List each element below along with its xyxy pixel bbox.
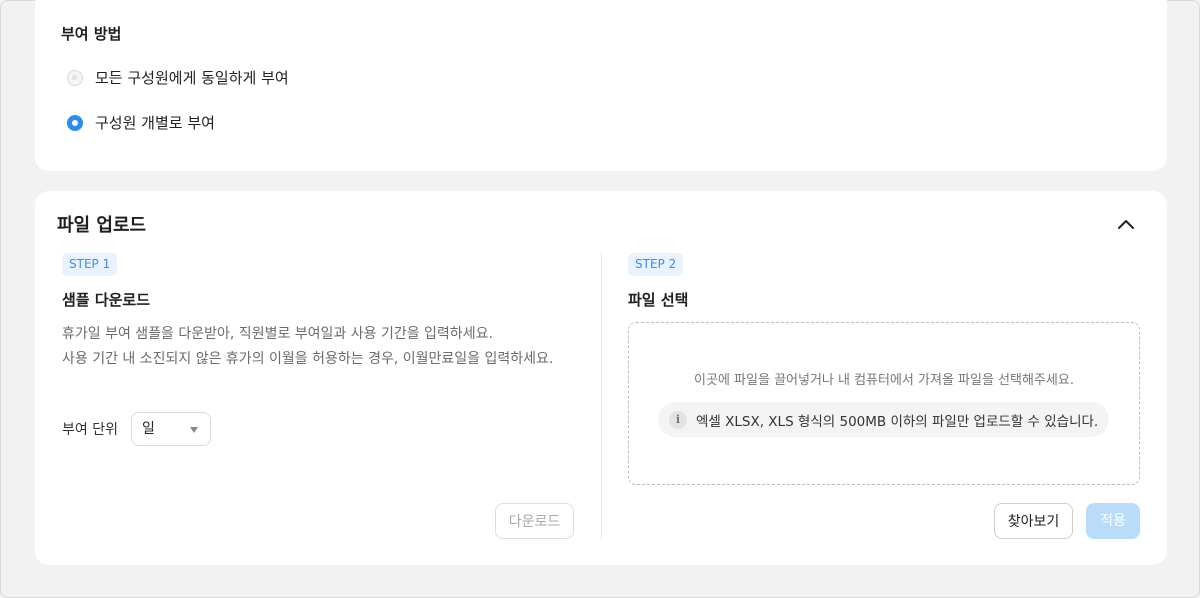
step1-badge: STEP 1 bbox=[62, 253, 118, 276]
desc-line: 휴가일 부여 샘플을 다운받아, 직원별로 부여일과 사용 기간을 입력하세요. bbox=[62, 326, 493, 342]
desc-line: 사용 기간 내 소진되지 않은 휴가의 이월을 허용하는 경우, 이월만료일을 … bbox=[62, 351, 554, 367]
file-format-text: 엑셀 XLSX, XLS 형식의 500MB 이하의 파일만 업로드할 수 있습… bbox=[696, 413, 1099, 430]
step1-title: 샘플 다운로드 bbox=[62, 291, 151, 309]
radio-option-individual[interactable]: 구성원 개별로 부여 bbox=[67, 112, 215, 133]
card-title: 파일 업로드 bbox=[57, 215, 147, 236]
chevron-up-icon[interactable] bbox=[1115, 213, 1137, 235]
radio-unselected-icon[interactable] bbox=[67, 69, 83, 86]
grant-unit-value: 일 bbox=[142, 421, 155, 437]
radio-option-label: 구성원 개별로 부여 bbox=[95, 114, 215, 132]
radio-option-same[interactable]: 모든 구성원에게 동일하게 부여 bbox=[67, 67, 289, 88]
info-icon: i bbox=[669, 410, 687, 429]
caret-down-icon bbox=[190, 427, 198, 433]
download-button[interactable]: 다운로드 bbox=[495, 503, 574, 539]
step2-badge: STEP 2 bbox=[628, 253, 684, 276]
radio-selected-icon[interactable] bbox=[67, 114, 83, 131]
file-upload-card: 파일 업로드 STEP 1 샘플 다운로드 휴가일 부여 샘플을 다운받아, 직… bbox=[35, 191, 1167, 565]
grant-method-label: 부여 방법 bbox=[61, 25, 122, 43]
file-dropzone[interactable]: 이곳에 파일을 끌어넣거나 내 컴퓨터에서 가져올 파일을 선택해주세요. i … bbox=[628, 322, 1140, 485]
radio-option-label: 모든 구성원에게 동일하게 부여 bbox=[95, 69, 289, 87]
grant-unit-label: 부여 단위 bbox=[62, 422, 118, 438]
apply-button[interactable]: 적용 bbox=[1086, 503, 1140, 539]
step2-title: 파일 선택 bbox=[628, 291, 689, 309]
file-format-info: i 엑셀 XLSX, XLS 형식의 500MB 이하의 파일만 업로드할 수 … bbox=[658, 402, 1109, 437]
browse-button[interactable]: 찾아보기 bbox=[994, 503, 1073, 539]
grant-unit-select[interactable]: 일 bbox=[131, 412, 211, 446]
dropzone-text: 이곳에 파일을 끌어넣거나 내 컴퓨터에서 가져올 파일을 선택해주세요. bbox=[694, 373, 1074, 388]
step1-description: 휴가일 부여 샘플을 다운받아, 직원별로 부여일과 사용 기간을 입력하세요.… bbox=[62, 322, 562, 372]
step-divider bbox=[601, 253, 602, 539]
grant-method-card: 부여 방법 모든 구성원에게 동일하게 부여 구성원 개별로 부여 bbox=[35, 0, 1167, 171]
